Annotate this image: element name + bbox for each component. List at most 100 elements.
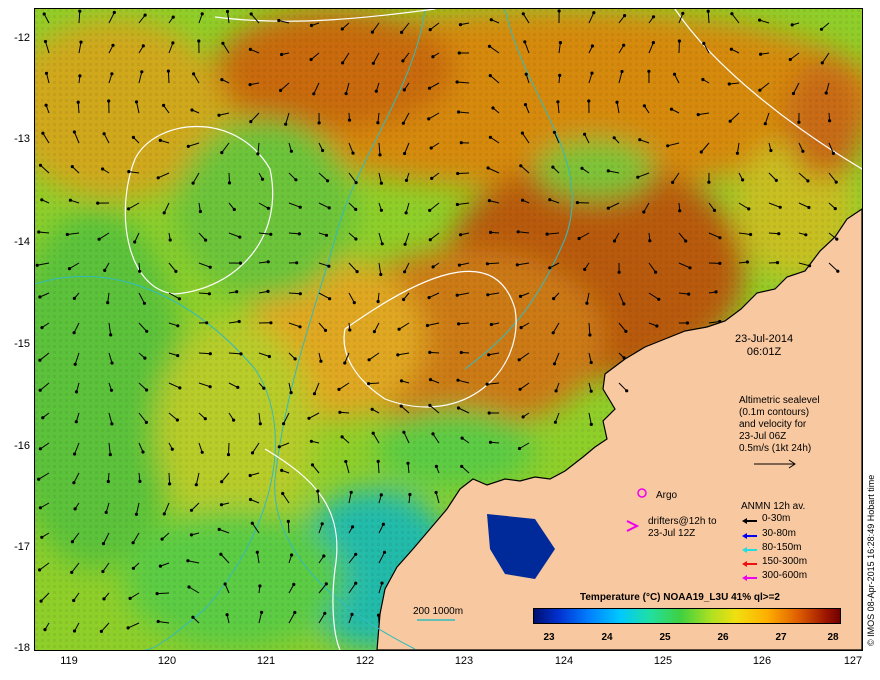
velocity-arrow-head — [238, 235, 242, 239]
velocity-arrow-head — [642, 104, 647, 108]
velocity-arrow-head — [521, 415, 525, 419]
velocity-arrow-head — [344, 92, 348, 96]
velocity-arrow-head — [108, 453, 112, 457]
velocity-arrow-head — [428, 238, 432, 242]
velocity-arrow-head — [292, 582, 296, 587]
velocity-arrow-head — [788, 57, 792, 62]
lon-tick-label: 122 — [355, 655, 375, 667]
velocity-arrow-head — [200, 450, 204, 454]
velocity-arrow-head — [745, 260, 750, 264]
velocity-arrow-head — [109, 333, 113, 337]
velocity-arrow-head — [459, 141, 463, 145]
velocity-arrow-head — [403, 270, 407, 274]
velocity-arrow-head — [266, 206, 270, 210]
velocity-arrow-head — [286, 519, 290, 523]
velocity-arrow-head — [141, 450, 145, 454]
velocity-arrow-head — [763, 122, 767, 126]
velocity-arrow-head — [266, 260, 270, 264]
velocity-arrow-head — [836, 269, 840, 273]
velocity-arrow-head — [523, 40, 527, 44]
velocity-arrow-head — [552, 362, 557, 366]
velocity-arrow-head — [545, 232, 549, 236]
velocity-arrow-head — [298, 205, 302, 209]
velocity-arrow-head — [348, 328, 352, 332]
velocity-arrow-head — [237, 319, 241, 324]
velocity-arrow-head — [297, 232, 301, 236]
velocity-arrow-head — [258, 422, 262, 426]
map-frame — [34, 8, 863, 651]
velocity-arrow-head — [295, 261, 299, 265]
velocity-arrow-head — [158, 138, 162, 142]
velocity-arrow-head — [324, 233, 329, 237]
velocity-arrow-head — [380, 581, 384, 585]
velocity-arrow-head — [266, 289, 270, 293]
velocity-arrow-head — [606, 169, 610, 173]
velocity-arrow-head — [347, 118, 352, 122]
velocity-arrow-head — [134, 512, 138, 516]
velocity-arrow-head — [666, 144, 670, 148]
velocity-arrow-head — [133, 240, 137, 244]
velocity-arrow-head — [831, 151, 836, 155]
colorbar-tick: 24 — [601, 632, 613, 643]
velocity-arrow-head — [111, 43, 115, 47]
velocity-arrow-head — [551, 331, 555, 335]
velocity-arrow-head — [623, 14, 627, 18]
info-line: 0.5m/s (1kt 24h) — [739, 443, 812, 454]
time-text: 06:01Z — [746, 346, 782, 358]
velocity-arrow-head — [402, 88, 406, 92]
velocity-arrow-head — [41, 131, 45, 135]
info-line: (0.1m contours) — [739, 407, 810, 418]
info-line: Altimetric sealevel — [739, 395, 820, 406]
velocity-arrow-head — [729, 47, 734, 51]
velocity-arrow-head — [354, 581, 358, 585]
legend-label: 0-30m — [762, 513, 791, 524]
velocity-arrow-head — [612, 239, 617, 243]
date-text: 23-Jul-2014 — [735, 333, 794, 345]
velocity-arrow — [288, 292, 301, 295]
velocity-arrow-head — [735, 151, 740, 155]
velocity-arrow-head — [221, 41, 225, 45]
velocity-arrow-head — [197, 39, 201, 43]
velocity-arrow-head — [248, 497, 253, 502]
velocity-arrow-head — [622, 356, 626, 360]
velocity-arrow-head — [519, 326, 523, 330]
velocity-arrow-head — [344, 459, 348, 464]
velocity-arrow-head — [681, 11, 685, 15]
drifter-line: drifters@12h to — [648, 516, 717, 527]
velocity-arrow-head — [828, 119, 832, 123]
velocity-arrow-head — [290, 553, 294, 557]
velocity-arrow-head — [428, 28, 432, 32]
velocity-arrow-head — [186, 144, 190, 148]
velocity-arrow-head — [587, 99, 591, 103]
velocity-arrow-head — [277, 445, 281, 449]
velocity-arrow-head — [309, 439, 313, 443]
velocity-arrow-head — [491, 106, 495, 110]
velocity-arrow-head — [101, 569, 105, 574]
velocity-arrow-head — [459, 233, 463, 237]
velocity-arrow-head — [521, 198, 525, 202]
velocity-arrow-head — [428, 403, 432, 407]
velocity-arrow-head — [728, 119, 732, 123]
velocity-arrow-head — [460, 464, 464, 468]
velocity-arrow-head — [684, 239, 688, 243]
velocity-arrow-head — [456, 378, 460, 382]
velocity-arrow-head — [791, 91, 796, 96]
velocity-arrow-head — [622, 43, 626, 47]
velocity-arrow-head — [248, 473, 252, 478]
velocity-arrow-head — [142, 301, 146, 305]
velocity-arrow-head — [677, 39, 682, 43]
velocity-arrow-head — [40, 326, 44, 330]
velocity-arrow-head — [434, 464, 438, 468]
velocity-arrow-head — [156, 619, 160, 624]
drifter-line: 23-Jul 12Z — [648, 528, 696, 539]
velocity-arrow-head — [327, 206, 331, 210]
velocity-arrow-head — [403, 242, 407, 246]
velocity-arrow-head — [72, 130, 76, 134]
velocity-arrow-head — [671, 180, 675, 184]
velocity-arrow-head — [343, 361, 347, 365]
lon-tick-label: 123 — [454, 655, 474, 667]
velocity-arrow-head — [489, 230, 493, 234]
velocity-arrow-head — [701, 77, 705, 82]
velocity-arrow-head — [372, 330, 376, 334]
velocity-arrow-head — [79, 40, 83, 44]
